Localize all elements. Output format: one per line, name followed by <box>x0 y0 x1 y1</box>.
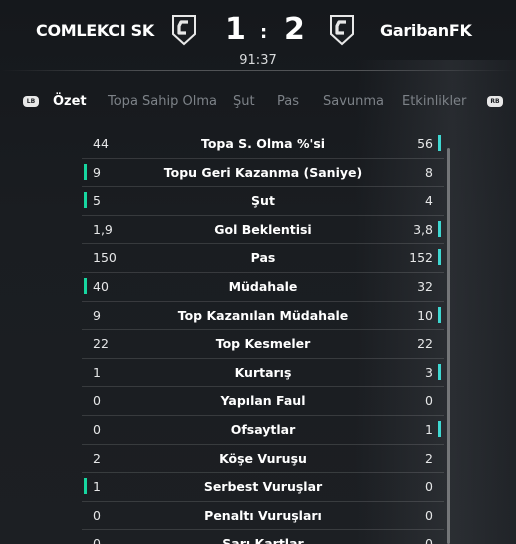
lb-button-icon[interactable]: LB <box>23 96 39 107</box>
away-stat-value: 0 <box>425 479 433 495</box>
stat-label: Sarı Kartlar <box>222 536 304 544</box>
stat-row: 22 Top Kesmeler 22 <box>82 330 444 359</box>
score-header: COMLEKCI SK 1 : 2 GaribanFK 91:37 <box>0 0 516 70</box>
stat-label: Köşe Vuruşu <box>219 450 307 466</box>
score-separator: : <box>260 22 268 43</box>
tab-etkinlikler[interactable]: Etkinlikler <box>402 94 466 109</box>
stat-row: 0 Sarı Kartlar 0 <box>82 530 444 544</box>
away-leader-indicator <box>438 135 441 151</box>
away-stat-value: 0 <box>425 536 433 544</box>
tab-ozet[interactable]: Özet <box>53 94 87 109</box>
away-stat-value: 2 <box>425 450 433 466</box>
away-stat-value: 3 <box>425 364 433 380</box>
away-stat-value: 3,8 <box>413 221 433 237</box>
stat-row: 0 Yapılan Faul 0 <box>82 387 444 416</box>
away-stat-value: 0 <box>425 507 433 523</box>
away-stat-value: 1 <box>425 421 433 437</box>
stats-table: 44 Topa S. Olma %'si 56 9 Topu Geri Kazanma … <box>82 130 444 544</box>
stat-row: 150 Pas 152 <box>82 244 444 273</box>
home-team-name: COMLEKCI SK <box>36 21 154 40</box>
away-stat-value: 22 <box>417 336 433 352</box>
stat-row: 1,9 Gol Beklentisi 3,8 <box>82 216 444 245</box>
home-score: 1 <box>225 12 246 47</box>
away-team-name: GaribanFK <box>380 21 472 40</box>
away-leader-indicator <box>438 363 441 380</box>
rb-button-icon[interactable]: RB <box>487 96 503 107</box>
stat-row: 40 Müdahale 32 <box>82 273 444 302</box>
stat-label: Serbest Vuruşlar <box>203 479 323 495</box>
stat-row: 1 Kurtarış 3 <box>82 359 444 388</box>
away-stat-value: 8 <box>425 164 433 180</box>
away-leader-indicator <box>438 220 441 237</box>
stat-label: Penaltı Vuruşları <box>204 507 322 523</box>
away-score: 2 <box>284 12 305 47</box>
stat-label: Müdahale <box>228 278 298 294</box>
tab-savunma[interactable]: Savunma <box>323 94 384 109</box>
stats-tabs: LB Özet Topa Sahip Olma Şut Pas Savunma … <box>0 94 516 112</box>
stat-label: Top Kazanılan Müdahale <box>177 307 349 323</box>
stat-label: Topu Geri Kazanma (Saniye) <box>163 164 363 180</box>
away-stat-value: 0 <box>425 393 433 409</box>
stat-label: Gol Beklentisi <box>214 221 312 237</box>
stat-label: Pas <box>250 250 276 266</box>
stat-row: 9 Top Kazanılan Müdahale 10 <box>82 302 444 331</box>
away-stat-value: 32 <box>417 278 433 294</box>
stat-label: Ofsaytlar <box>230 421 296 437</box>
stat-row: 44 Topa S. Olma %'si 56 <box>82 130 444 159</box>
away-stat-value: 56 <box>417 136 433 151</box>
away-stat-value: 152 <box>409 250 433 266</box>
away-leader-indicator <box>438 420 441 437</box>
stat-label: Şut <box>251 193 275 209</box>
tab-pas[interactable]: Pas <box>277 94 299 109</box>
stat-label: Yapılan Faul <box>220 393 306 409</box>
away-stat-value: 4 <box>425 193 433 209</box>
stat-label: Top Kesmeler <box>215 336 311 352</box>
away-leader-indicator <box>438 249 441 266</box>
stat-row: 5 Şut 4 <box>82 187 444 216</box>
stat-row: 0 Ofsaytlar 1 <box>82 416 444 445</box>
away-leader-indicator <box>438 306 441 323</box>
tab-topa-sahip-olma[interactable]: Topa Sahip Olma <box>108 94 217 109</box>
stat-row: 1 Serbest Vuruşlar 0 <box>82 473 444 502</box>
stat-label: Topa S. Olma %'si <box>200 136 326 151</box>
home-crest-icon <box>171 14 197 46</box>
stat-row: 2 Köşe Vuruşu 2 <box>82 445 444 474</box>
away-crest-icon <box>329 14 355 46</box>
stat-label: Kurtarış <box>234 364 292 380</box>
stat-row: 9 Topu Geri Kazanma (Saniye) 8 <box>82 159 444 188</box>
away-stat-value: 10 <box>417 307 433 323</box>
match-clock: 91:37 <box>239 53 277 68</box>
stat-row: 0 Penaltı Vuruşları 0 <box>82 502 444 531</box>
tab-sut[interactable]: Şut <box>233 94 255 109</box>
header-divider <box>0 70 516 71</box>
scrollbar[interactable] <box>447 148 450 544</box>
